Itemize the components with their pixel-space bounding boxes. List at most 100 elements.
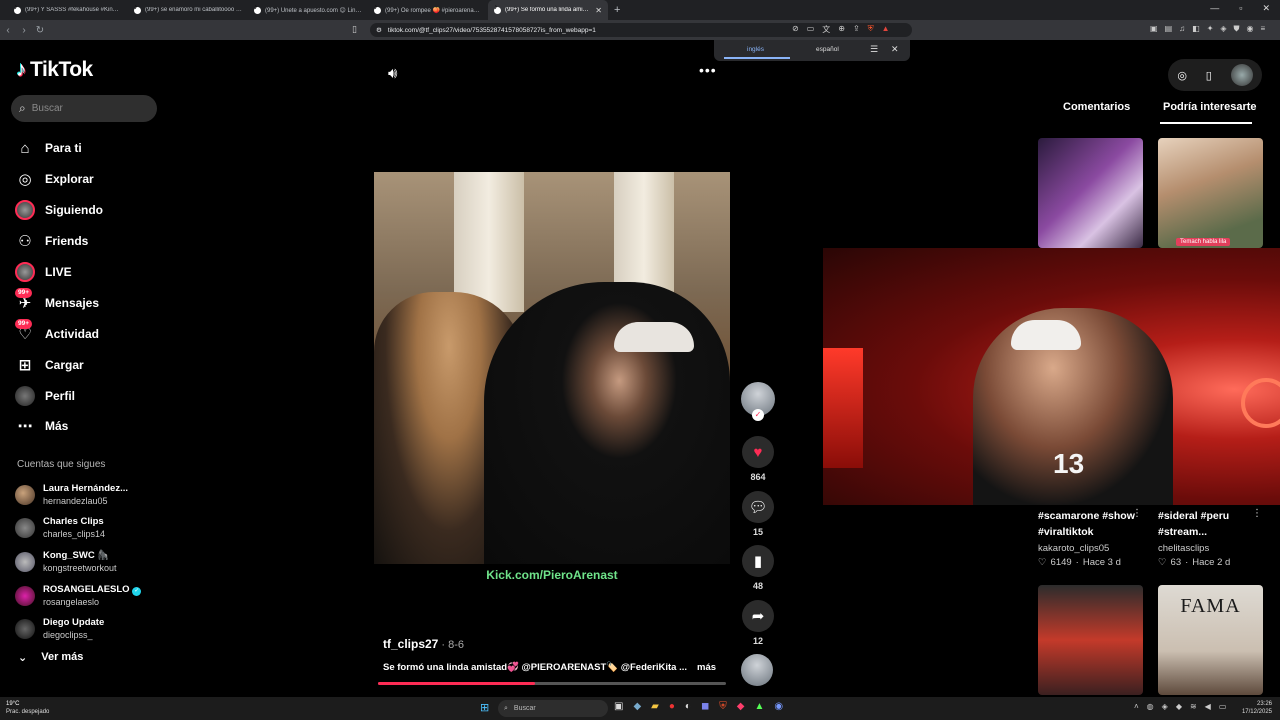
follow-check-icon[interactable]: ✓ (752, 409, 764, 421)
save-action[interactable]: ▮ 48 (741, 545, 775, 591)
video-progress-bar[interactable] (378, 682, 726, 685)
windows-start-icon[interactable]: ⊞ (480, 701, 489, 714)
search-input[interactable] (31, 103, 142, 114)
media-icon[interactable]: ♫ (1179, 24, 1185, 34)
user-avatar[interactable] (1230, 64, 1253, 86)
app-icon[interactable]: ◉ (774, 701, 783, 712)
card-title[interactable]: #scamarone #show #viraltiktok (1038, 508, 1138, 540)
new-tab-button[interactable]: + (608, 4, 626, 16)
app-icon[interactable]: ● (669, 701, 675, 712)
browser-tab[interactable]: (99+) se enamoró mi caballitoooo am... (128, 0, 248, 20)
leo-icon[interactable]: ◈ (1220, 24, 1226, 34)
nav-item-cargar[interactable]: ⊞ Cargar (15, 349, 165, 380)
like-action[interactable]: ♥ 864 (741, 436, 775, 482)
tiktok-logo[interactable]: ♪ TikTok (16, 58, 93, 82)
translate-target-language[interactable]: español (816, 46, 839, 53)
reload-icon[interactable]: ↻ (32, 25, 48, 36)
browser-tab[interactable]: (99+) Oe rompee 🍑 #pieroarenas #... (368, 0, 488, 20)
file-explorer-icon[interactable]: ▰ (651, 701, 659, 712)
copilot-icon[interactable]: ◆ (633, 701, 641, 712)
following-account[interactable]: Charles Clips charles_clips14 (15, 512, 165, 546)
following-account[interactable]: ROSANGELAESLO ✓ rosangelaeslo (15, 579, 165, 613)
task-view-icon[interactable]: ▣ (614, 701, 623, 712)
creator-avatar[interactable]: ✓ (741, 382, 775, 421)
nav-item-mas[interactable]: ⋯ Más (15, 411, 165, 442)
maximize-icon[interactable]: ▫ (1239, 3, 1242, 14)
sidebar-icon[interactable]: ◧ (1192, 24, 1200, 34)
tab-you-may-like[interactable]: Podría interesarte (1163, 101, 1257, 113)
video-thumbnail[interactable] (1158, 138, 1263, 248)
video-thumbnail[interactable] (1038, 138, 1143, 248)
nav-item-live[interactable]: LIVE (15, 257, 165, 288)
tab-comments[interactable]: Comentarios (1063, 101, 1130, 113)
card-title[interactable]: #sideral #peru #stream... (1158, 508, 1258, 540)
shield-icon[interactable]: ⛊ (1234, 24, 1240, 34)
comment-icon[interactable]: 💬︎ (742, 491, 774, 523)
app-icon[interactable]: ◆ (737, 701, 745, 712)
back-icon[interactable]: ‹ (0, 25, 16, 36)
wifi-icon[interactable]: ≋ (1190, 702, 1197, 711)
more-options-icon[interactable]: ••• (699, 62, 717, 78)
network-icon[interactable]: ◍ (1147, 702, 1154, 711)
system-clock[interactable]: 23:26 17/12/2025 (1232, 700, 1272, 716)
extensions-icon[interactable]: ✦ (1207, 24, 1214, 34)
brave-icon[interactable]: ⛨ (719, 701, 727, 712)
weather-widget[interactable]: 19°C Prac. despejado (6, 700, 49, 716)
phone-icon[interactable]: ▯ (1206, 69, 1212, 82)
taskbar-search[interactable]: ⌕ Buscar (498, 700, 608, 717)
translate-source-language[interactable]: inglés (747, 46, 764, 53)
app-tray-icon[interactable]: ◈ (1162, 702, 1168, 711)
nav-item-actividad[interactable]: ♡ 99+ Actividad (15, 318, 165, 349)
next-creator-avatar[interactable] (741, 654, 773, 686)
nav-item-perfil[interactable]: Perfil (15, 380, 165, 411)
close-icon[interactable]: ✕ (891, 44, 899, 55)
browser-tab-active[interactable]: (99+) Se formó una linda amistad...✕ (488, 0, 608, 20)
close-window-icon[interactable]: ✕ (1262, 3, 1270, 14)
vpn-icon[interactable]: ▤ (1165, 24, 1173, 34)
zoom-icon[interactable]: ⊕ (838, 24, 845, 35)
see-more-button[interactable]: ⌄ Ver más (18, 651, 83, 664)
profile-icon[interactable]: ◉ (1247, 24, 1254, 34)
browser-tab[interactable]: (99+) Y SASSS #fekahouse #Kingteto... (8, 0, 128, 20)
rewards-icon[interactable]: ▲ (882, 24, 890, 35)
app-tray-icon[interactable]: ◆ (1176, 702, 1182, 711)
nav-item-mensajes[interactable]: ✈ 99+ Mensajes (15, 287, 165, 318)
share-icon[interactable]: ⇪ (853, 24, 860, 35)
share-arrow-icon[interactable]: ➦ (742, 600, 774, 632)
share-action[interactable]: ➦ 12 (741, 600, 775, 646)
cast-icon[interactable]: ▭ (807, 24, 815, 35)
active-app-icon[interactable]: ▲ (754, 701, 764, 712)
more-options-icon[interactable]: ⋮ (1132, 508, 1142, 519)
translate-icon[interactable]: 文 (822, 24, 830, 35)
teams-icon[interactable]: ◼ (701, 701, 709, 712)
more-options-icon[interactable]: ⋮ (1252, 508, 1262, 519)
minimize-icon[interactable]: — (1210, 3, 1219, 14)
no-tracking-icon[interactable]: ⊘ (792, 24, 799, 35)
app-icon[interactable]: ◐ (685, 701, 691, 712)
video-thumbnail[interactable] (1038, 585, 1143, 695)
menu-icon[interactable]: ≡ (1261, 24, 1266, 34)
card-user[interactable]: kakaroto_clips05 (1038, 543, 1109, 554)
following-account[interactable]: Diego Update diegoclipss_ (15, 612, 165, 646)
nav-item-para-ti[interactable]: ⌂ Para ti (15, 133, 165, 164)
wallet-icon[interactable]: ▣ (1150, 24, 1158, 34)
video-player[interactable] (374, 172, 730, 564)
search-box[interactable]: ⌕ (11, 95, 157, 122)
browser-tab[interactable]: (99+) Únete a apuesto.com 😊 Link... (248, 0, 368, 20)
compass-icon[interactable]: ◎ (1177, 69, 1187, 82)
close-tab-icon[interactable]: ✕ (595, 6, 602, 15)
site-info-icon[interactable]: ⚙ (376, 26, 382, 34)
following-account[interactable]: Laura Hernández... hernandezlau05 (15, 478, 165, 512)
nav-item-explorar[interactable]: ◎ Explorar (15, 164, 165, 195)
comment-action[interactable]: 💬︎ 15 (741, 491, 775, 537)
nav-item-friends[interactable]: ⚇ Friends (15, 226, 165, 257)
volume-icon[interactable]: 🔊︎ (388, 65, 397, 82)
heart-icon[interactable]: ♥ (742, 436, 774, 468)
menu-icon[interactable]: ☰ (870, 44, 878, 55)
nav-item-siguiendo[interactable]: Siguiendo (15, 195, 165, 226)
volume-icon[interactable]: ◀ (1205, 702, 1211, 711)
following-account[interactable]: Kong_SWC 🦍 kongstreetworkout (15, 545, 165, 579)
bookmark-icon[interactable]: ▯ (352, 24, 357, 35)
forward-icon[interactable]: › (16, 25, 32, 36)
bookmark-icon[interactable]: ▮ (742, 545, 774, 577)
